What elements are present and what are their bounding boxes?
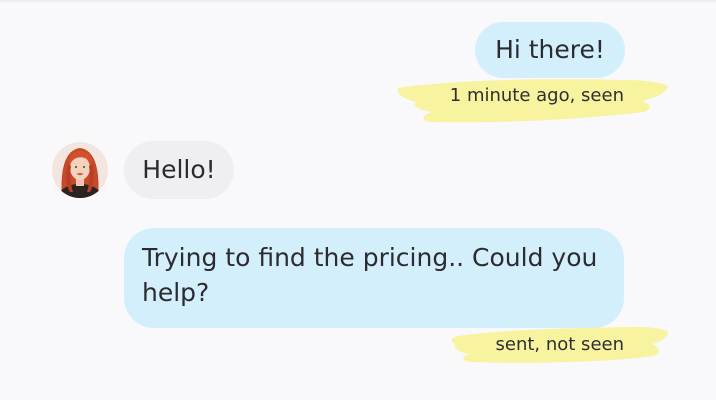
outgoing-message-bubble[interactable]: Trying to find the pricing.. Could you h…: [124, 228, 624, 328]
status-text: 1 minute ago, seen: [449, 85, 624, 106]
message-status: 1 minute ago, seen: [392, 68, 672, 126]
chat-window: Hi there! 1 minute ago, seen Hello! Tryi…: [0, 0, 716, 400]
incoming-message-bubble[interactable]: Hello!: [124, 141, 234, 199]
top-divider: [0, 0, 716, 2]
message-text: Hello!: [142, 155, 216, 184]
avatar-portrait: [52, 142, 108, 198]
avatar[interactable]: [52, 142, 108, 198]
message-text: Trying to find the pricing.. Could you h…: [142, 243, 598, 307]
status-text: sent, not seen: [495, 334, 625, 355]
message-status: sent, not seen: [448, 318, 672, 366]
message-text: Hi there!: [495, 35, 605, 64]
